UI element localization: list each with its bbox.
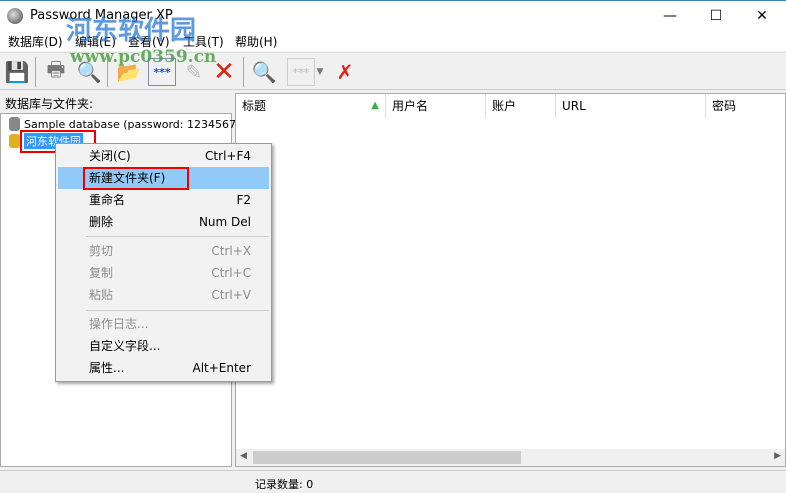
menu-item-cut[interactable]: 剪切 Ctrl+X: [58, 240, 269, 262]
delete-icon[interactable]: ✕: [210, 57, 238, 87]
menu-bar: 数据库(D) 编辑(E) 查看(V) 工具(T) 帮助(H): [0, 31, 786, 51]
title-bar: Password Manager XP — ☐ ✕: [0, 0, 786, 31]
menu-edit[interactable]: 编辑(E): [75, 33, 116, 50]
sort-up-icon: ▲: [371, 100, 379, 111]
minimize-button[interactable]: —: [647, 1, 693, 31]
chevron-down-icon[interactable]: ▼: [314, 58, 326, 86]
menu-view[interactable]: 查看(V): [128, 33, 170, 50]
search-icon[interactable]: 🔍: [250, 58, 278, 86]
preview-icon[interactable]: 🔍: [75, 58, 103, 86]
menu-item-copy[interactable]: 复制 Ctrl+C: [58, 262, 269, 284]
maximize-button[interactable]: ☐: [693, 1, 739, 31]
edit-entry-icon[interactable]: ✎: [180, 58, 208, 86]
tree-header: 数据库与文件夹:: [5, 97, 94, 111]
delete-password-icon[interactable]: ✗: [331, 58, 359, 86]
save-icon[interactable]: 💾: [3, 58, 31, 86]
menu-item-paste[interactable]: 粘贴 Ctrl+V: [58, 284, 269, 306]
new-folder-icon[interactable]: 📂: [115, 58, 143, 86]
menu-item-properties[interactable]: 属性... Alt+Enter: [58, 357, 269, 379]
column-url[interactable]: URL: [556, 94, 706, 118]
menu-database[interactable]: 数据库(D): [8, 33, 63, 50]
entry-list[interactable]: 标题 ▲ 用户名 账户 URL 密码 ◀ ▶: [235, 93, 786, 467]
record-count: 记录数量: 0: [255, 478, 314, 491]
tree-node-sample[interactable]: Sample database (password: 12345678): [9, 117, 247, 131]
horizontal-scrollbar[interactable]: ◀ ▶: [236, 449, 785, 466]
app-icon: [7, 8, 23, 24]
column-password[interactable]: 密码: [706, 94, 786, 118]
node-label: Sample database (password: 12345678): [24, 117, 248, 131]
column-username[interactable]: 用户名: [386, 94, 486, 118]
scroll-thumb[interactable]: [253, 451, 521, 464]
column-title[interactable]: 标题 ▲: [236, 94, 386, 118]
window-title: Password Manager XP: [30, 8, 173, 23]
column-account[interactable]: 账户: [486, 94, 556, 118]
scroll-right-icon[interactable]: ▶: [774, 451, 781, 461]
close-button[interactable]: ✕: [739, 1, 785, 31]
menu-tools[interactable]: 工具(T): [183, 33, 224, 50]
menu-help[interactable]: 帮助(H): [235, 33, 277, 50]
lock-icon: [9, 117, 20, 131]
unlocked-icon: [9, 134, 20, 148]
menu-item-custom-fields[interactable]: 自定义字段...: [58, 335, 269, 357]
toolbar: 💾 🖶 🔍 📂 *** ✎ ✕ 🔍 *** ▼ ✗: [0, 52, 786, 90]
status-bar: 记录数量: 0: [0, 470, 786, 493]
new-entry-icon[interactable]: ***: [148, 58, 176, 86]
menu-item-log[interactable]: 操作日志...: [58, 313, 269, 335]
print-icon[interactable]: 🖶: [42, 57, 70, 86]
menu-item-rename[interactable]: 重命名 F2: [58, 189, 269, 211]
copy-password-icon[interactable]: ***: [287, 58, 315, 86]
scroll-left-icon[interactable]: ◀: [240, 451, 247, 461]
menu-item-delete[interactable]: 删除 Num Del: [58, 211, 269, 233]
menu-item-close[interactable]: 关闭(C) Ctrl+F4: [58, 145, 269, 167]
highlight-box: [83, 167, 189, 190]
